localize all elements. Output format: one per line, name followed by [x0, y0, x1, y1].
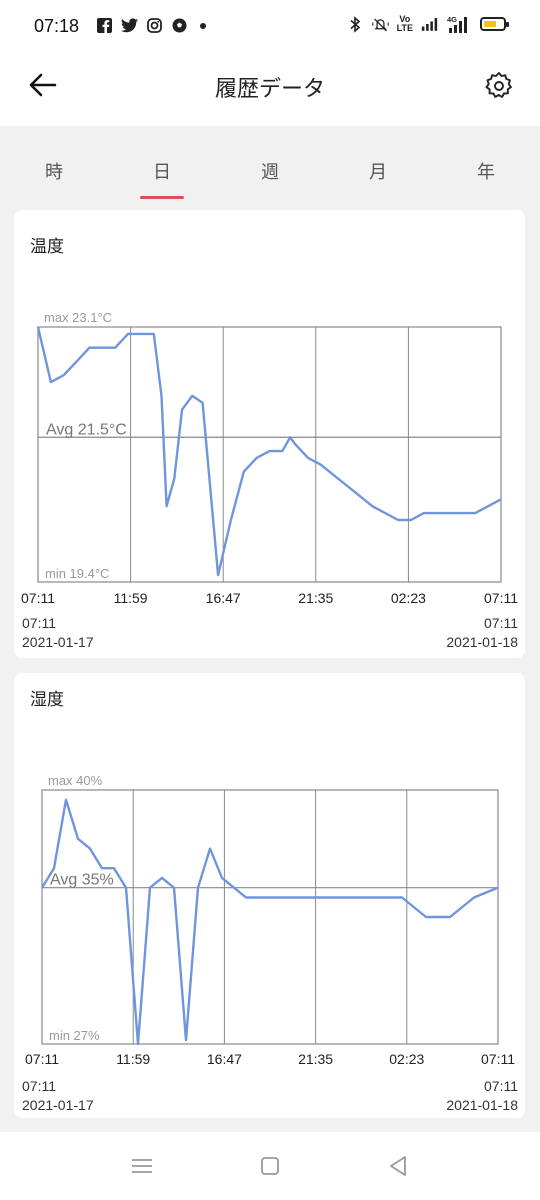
- facebook-icon: [96, 17, 113, 34]
- menu-icon: [132, 1159, 152, 1173]
- tab-hour[interactable]: 時: [0, 146, 108, 200]
- temperature-chart: max 23.1°C Avg 21.5°C min 19.4°C 07:11 11:59…: [21, 310, 518, 606]
- x-tick-label: 11:59: [116, 1051, 150, 1067]
- mute-vibrate-icon: [371, 16, 389, 33]
- recent-apps-button[interactable]: [128, 1152, 156, 1180]
- status-time: 07:18: [34, 16, 80, 36]
- status-bar: 07:18 Vo LTE 4G: [0, 0, 540, 54]
- min-label: min 27%: [49, 1028, 100, 1043]
- humidity-start-date-label: 2021-01-17: [22, 1097, 94, 1113]
- signal-label-text: 4G: [447, 15, 457, 24]
- x-tick-label: 07:11: [21, 590, 55, 606]
- max-label: max 40%: [48, 773, 103, 788]
- x-tick-label: 21:35: [298, 590, 333, 606]
- twitter-icon: [121, 17, 138, 34]
- x-tick-label: 07:11: [484, 590, 518, 606]
- temperature-end-date: 07:11 2021-01-18: [446, 614, 518, 652]
- gear-icon: [485, 72, 512, 98]
- avg-label: Avg 35%: [50, 872, 114, 889]
- battery-level: [484, 21, 496, 27]
- signal-icon: [421, 16, 438, 33]
- data-line: [36, 326, 502, 577]
- humidity-end-date-label: 2021-01-18: [446, 1097, 518, 1113]
- humidity-start-time-label: 07:11: [22, 1078, 56, 1094]
- 4g-signal-icon: 4G: [446, 15, 470, 33]
- temperature-card: 温度 max 23.1°C Avg 21.5°C min 19.4°C 07:11 11…: [14, 210, 525, 658]
- x-tick-label: 07:11: [25, 1051, 59, 1067]
- humidity-start-date: 07:11 2021-01-17: [22, 1077, 94, 1115]
- back-triangle-icon: [390, 1156, 406, 1176]
- back-nav-button[interactable]: [384, 1152, 412, 1180]
- temperature-start-date: 07:11 2021-01-17: [22, 614, 94, 652]
- chart-frame: [37, 326, 502, 583]
- min-label: min 19.4°C: [45, 566, 109, 581]
- notification-icons: [96, 17, 206, 34]
- temperature-start-date-label: 2021-01-17: [22, 634, 94, 650]
- tab-year[interactable]: 年: [432, 146, 540, 200]
- temperature-end-time-label: 07:11: [484, 615, 518, 631]
- x-tick-label: 07:11: [481, 1051, 515, 1067]
- instagram-icon: [146, 17, 163, 34]
- home-square-icon: [261, 1157, 279, 1175]
- x-tick-label: 02:23: [391, 590, 426, 606]
- battery-icon: [480, 17, 509, 31]
- humidity-end-date: 07:11 2021-01-18: [446, 1077, 518, 1115]
- soccer-ball-icon: [171, 17, 188, 34]
- volte-bottom-label: LTE: [396, 23, 413, 33]
- x-tick-label: 16:47: [206, 590, 241, 606]
- system-nav-bar: [0, 1132, 540, 1200]
- tab-month[interactable]: 月: [324, 146, 432, 200]
- max-label: max 23.1°C: [44, 310, 112, 325]
- data-line: [40, 798, 499, 1046]
- page-title: 履歴データ: [214, 77, 325, 102]
- volte-icon: Vo LTE: [397, 15, 413, 33]
- x-tick-label: 02:23: [389, 1051, 424, 1067]
- x-tick-label: 11:59: [114, 590, 148, 606]
- humidity-card: 湿度 max 40% Avg 35% min 27% 07:11 11:59 16:47 2…: [14, 673, 525, 1118]
- app-header: 履歴データ: [0, 54, 540, 126]
- humidity-chart: max 40% Avg 35% min 27% 07:11 11:59 16:47 21:3…: [25, 773, 515, 1067]
- settings-button[interactable]: [482, 68, 516, 102]
- period-tabs: 時 日 週 月 年: [0, 146, 540, 200]
- bluetooth-icon: [347, 15, 364, 33]
- temperature-end-date-label: 2021-01-18: [446, 634, 518, 650]
- temperature-start-time-label: 07:11: [22, 615, 56, 631]
- tab-week[interactable]: 週: [216, 146, 324, 200]
- avg-label: Avg 21.5°C: [46, 421, 127, 438]
- home-button[interactable]: [256, 1152, 284, 1180]
- more-notifications-dot: [200, 22, 206, 29]
- humidity-end-time-label: 07:11: [484, 1078, 518, 1094]
- system-status-icons: Vo LTE 4G: [347, 15, 509, 33]
- x-tick-label: 21:35: [298, 1051, 333, 1067]
- x-tick-label: 16:47: [207, 1051, 242, 1067]
- tab-day[interactable]: 日: [108, 146, 216, 200]
